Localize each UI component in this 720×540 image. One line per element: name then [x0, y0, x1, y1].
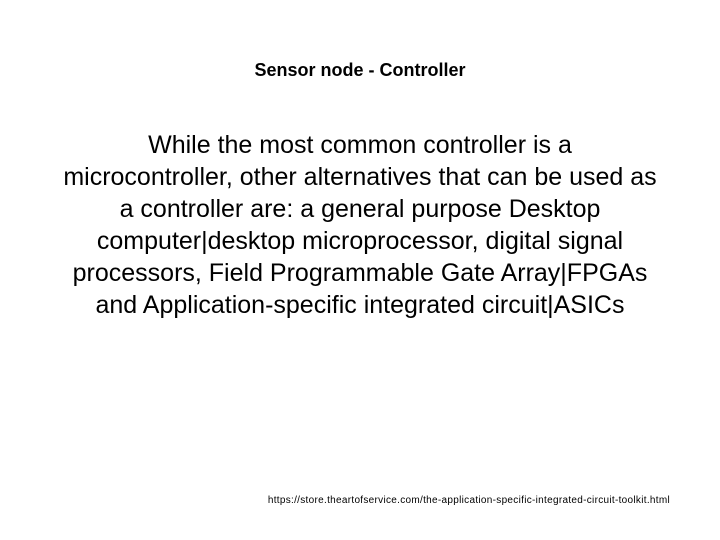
slide-container: Sensor node - Controller While the most … — [0, 0, 720, 540]
slide-body: While the most common controller is a mi… — [50, 129, 670, 321]
slide-title: Sensor node - Controller — [50, 60, 670, 81]
footer-link: https://store.theartofservice.com/the-ap… — [268, 495, 670, 506]
